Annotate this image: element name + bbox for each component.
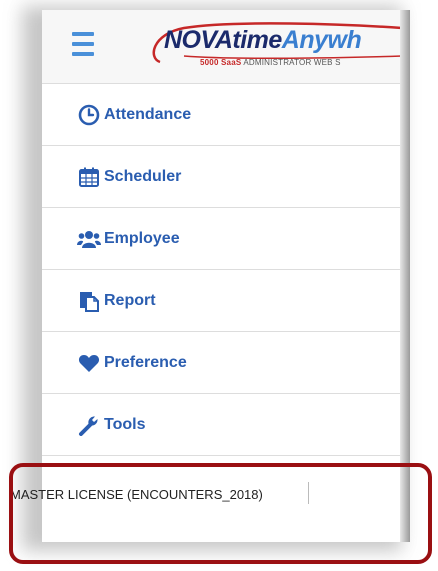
clock-icon [77, 103, 101, 127]
logo-tagline: 5000 SaaS ADMINISTRATOR WEB S [200, 58, 341, 67]
report-icon [77, 289, 101, 313]
app-header: NOVAtimeAnywh 5000 SaaS ADMINISTRATOR WE… [42, 10, 402, 83]
logo-brand-light: Anywh [281, 26, 362, 54]
logo-tag-rest: ADMINISTRATOR WEB S [243, 58, 341, 67]
calendar-icon [77, 165, 101, 189]
license-highlight-box [9, 463, 432, 564]
wrench-icon [77, 413, 101, 437]
menu-label-attendance: Attendance [104, 105, 192, 123]
menu-item-report[interactable]: Report [42, 269, 402, 331]
menu-item-attendance[interactable]: Attendance [42, 83, 402, 145]
logo-brand-dark: NOVAtime [164, 26, 282, 54]
heart-icon [77, 351, 101, 375]
menu-item-scheduler[interactable]: Scheduler [42, 145, 402, 207]
menu-label-report: Report [104, 291, 156, 309]
sidebar-menu: Attendance Scheduler Employee Report Pre… [42, 83, 402, 456]
menu-item-tools[interactable]: Tools [42, 393, 402, 455]
menu-label-scheduler: Scheduler [104, 167, 182, 185]
users-icon [77, 227, 101, 251]
app-logo: NOVAtimeAnywh 5000 SaaS ADMINISTRATOR WE… [144, 22, 402, 72]
hamburger-menu-icon[interactable] [72, 32, 94, 56]
menu-label-tools: Tools [104, 415, 146, 433]
menu-label-employee: Employee [104, 229, 180, 247]
menu-label-preference: Preference [104, 353, 187, 371]
menu-item-preference[interactable]: Preference [42, 331, 402, 393]
logo-wordmark: NOVAtimeAnywh [164, 26, 362, 55]
menu-divider [42, 455, 402, 456]
menu-item-employee[interactable]: Employee [42, 207, 402, 269]
logo-tag-saas: 5000 SaaS [200, 58, 242, 67]
